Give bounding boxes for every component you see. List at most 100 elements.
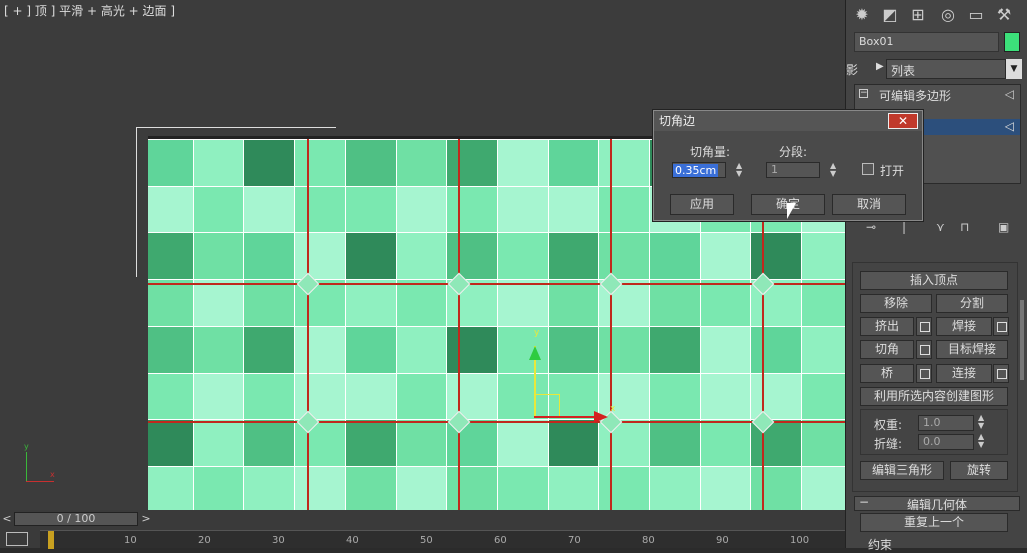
mesh-face — [192, 419, 245, 467]
mesh-face — [148, 325, 194, 374]
utilities-tab-icon[interactable]: ⚒ — [992, 4, 1016, 26]
spinner-arrows-icon[interactable]: ▲ ▼ — [830, 162, 836, 178]
object-color-swatch[interactable] — [1004, 32, 1020, 52]
insert-vertex-button[interactable]: 插入顶点 — [860, 271, 1008, 290]
spinner-arrows-icon[interactable]: ▲ ▼ — [978, 414, 984, 430]
panel-scrollbar[interactable] — [1020, 300, 1024, 380]
apply-button[interactable]: 应用 — [670, 194, 734, 215]
extrude-settings-button[interactable] — [916, 317, 932, 336]
selected-edge[interactable] — [458, 139, 460, 510]
time-ruler[interactable]: 0102030405060708090100 — [40, 530, 845, 549]
mesh-face — [294, 139, 346, 187]
weld-settings-button[interactable] — [993, 317, 1009, 336]
mesh-face — [243, 372, 296, 421]
mesh-edge — [192, 139, 194, 510]
bridge-button[interactable]: 桥 — [860, 364, 914, 383]
pin-stack-icon[interactable]: ⊸ — [866, 220, 876, 234]
mesh-face — [446, 325, 498, 374]
prev-frame-button[interactable]: < — [1, 512, 13, 526]
frame-slider[interactable]: 0 / 100 — [14, 512, 138, 526]
mesh-face — [547, 465, 600, 510]
time-tick-label: 10 — [124, 535, 137, 546]
make-unique-icon[interactable]: ⋎ — [936, 220, 945, 234]
mesh-face — [294, 465, 346, 510]
mesh-face — [243, 185, 296, 234]
hierarchy-tab-icon[interactable]: ⊞ — [906, 4, 930, 26]
edit-geometry-rollout-header[interactable]: − 编辑几何体 — [854, 495, 1020, 512]
mesh-face — [243, 465, 296, 510]
mesh-face — [496, 232, 549, 281]
mesh-face — [148, 139, 194, 187]
show-end-result-icon[interactable]: | — [902, 220, 906, 234]
motion-tab-icon[interactable]: ◎ — [936, 4, 960, 26]
spinner-arrows-icon[interactable]: ▲ ▼ — [978, 433, 984, 449]
cancel-button[interactable]: 取消 — [832, 194, 906, 215]
mesh-edge — [547, 139, 549, 510]
gizmo-x-label: x — [610, 404, 616, 414]
edit-triangulation-button[interactable]: 编辑三角形 — [860, 461, 944, 480]
spinner-arrows-icon[interactable]: ▲ ▼ — [736, 162, 742, 178]
dialog-title[interactable]: 切角边 — [654, 111, 922, 131]
extrude-button[interactable]: 挤出 — [860, 317, 914, 336]
repeat-last-button[interactable]: 重复上一个 — [860, 513, 1008, 532]
crease-spinner[interactable]: 0.0 — [918, 434, 974, 450]
mesh-face — [801, 465, 845, 510]
create-tab-icon[interactable]: ✹ — [850, 4, 874, 26]
selected-edge[interactable] — [610, 139, 612, 510]
selected-edge[interactable] — [307, 139, 309, 510]
selected-edge[interactable] — [148, 283, 845, 285]
mesh-face — [243, 325, 296, 374]
segments-input[interactable]: 1 — [766, 162, 820, 178]
selected-edge[interactable] — [148, 421, 845, 423]
connect-button[interactable]: 连接 — [936, 364, 992, 383]
move-gizmo[interactable]: y x — [529, 328, 616, 423]
object-name-field[interactable]: Box01 — [854, 32, 999, 52]
configure-icon[interactable]: ▣ — [998, 220, 1009, 234]
play-icon[interactable]: ▶ — [876, 61, 884, 72]
time-marker[interactable] — [48, 531, 54, 549]
mesh-edge — [148, 232, 845, 234]
next-frame-button[interactable]: > — [140, 512, 152, 526]
mesh-face — [294, 232, 346, 281]
weld-button[interactable]: 焊接 — [936, 317, 992, 336]
mesh-face — [344, 325, 397, 374]
timeline[interactable]: < 0 / 100 > 0102030405060708090100 — [0, 510, 845, 549]
close-button[interactable]: ✕ — [888, 113, 918, 129]
mesh-face — [344, 232, 397, 281]
mesh-face — [598, 185, 650, 234]
weight-label: 权重: — [874, 418, 903, 432]
chamfer-amount-input[interactable]: 0.35cm — [672, 162, 726, 178]
mesh-face — [801, 419, 845, 467]
bridge-settings-button[interactable] — [916, 364, 932, 383]
mesh-edge — [294, 139, 296, 510]
mesh-face — [148, 279, 194, 327]
mesh-face — [649, 465, 701, 510]
chamfer-settings-button[interactable] — [916, 340, 932, 359]
split-button[interactable]: 分割 — [936, 294, 1008, 313]
connect-settings-button[interactable] — [993, 364, 1009, 383]
viewport-top[interactable]: [ + ] 顶 ] 平滑 + 高光 + 边面 ] y x y x — [0, 0, 845, 510]
modify-tab-icon[interactable]: ◩ — [878, 4, 902, 26]
turn-button[interactable]: 旋转 — [950, 461, 1008, 480]
remove-modifier-icon[interactable]: ⊓ — [960, 220, 969, 234]
modifier-list-dropdown[interactable]: 影 ▶ 列表 ▼ — [846, 58, 1022, 80]
mesh-face — [446, 139, 498, 187]
chevron-down-icon[interactable]: ▼ — [1006, 59, 1022, 79]
timeline-icon[interactable] — [6, 532, 28, 546]
mesh-face — [699, 279, 752, 327]
viewport-label[interactable]: [ + ] 顶 ] 平滑 + 高光 + 边面 ] — [4, 2, 175, 19]
mesh-face — [598, 139, 650, 187]
stack-item-editable-poly[interactable]: 可编辑多边形 — [879, 87, 951, 104]
mesh-face — [446, 185, 498, 234]
weight-spinner[interactable]: 1.0 — [918, 415, 974, 431]
mesh-face — [699, 465, 752, 510]
target-weld-button[interactable]: 目标焊接 — [936, 340, 1008, 359]
display-tab-icon[interactable]: ▭ — [964, 4, 988, 26]
mesh-face — [496, 279, 549, 327]
chamfer-button[interactable]: 切角 — [860, 340, 914, 359]
mesh-face — [547, 232, 600, 281]
create-shape-button[interactable]: 利用所选内容创建图形 — [860, 387, 1008, 406]
remove-button[interactable]: 移除 — [860, 294, 932, 313]
open-checkbox[interactable] — [862, 163, 874, 175]
mesh-face — [395, 419, 448, 467]
